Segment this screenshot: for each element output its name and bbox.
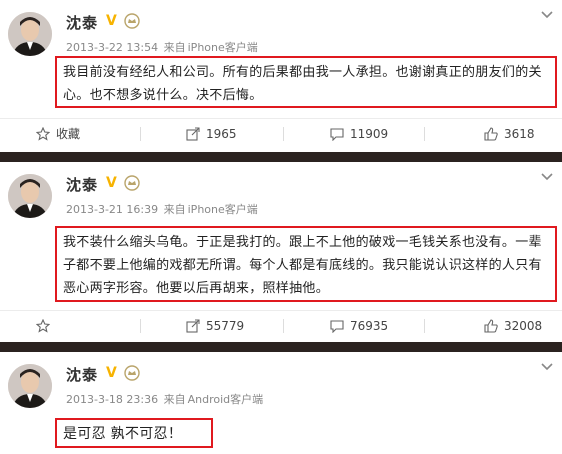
crown-icon bbox=[124, 365, 140, 381]
action-bar: 55779 76935 32008 bbox=[0, 310, 562, 340]
from-label: 来自 bbox=[163, 41, 186, 54]
post-meta: 2013-3-21 16:39 来自 iPhone客户端 bbox=[66, 201, 258, 217]
avatar[interactable] bbox=[8, 174, 52, 218]
like-count: 32008 bbox=[504, 318, 543, 333]
weibo-post-1: 沈泰 V 2013-3-22 13:54 来自 iPhone客户端 我目前没有经纪… bbox=[0, 0, 562, 152]
author-name[interactable]: 沈泰 bbox=[66, 364, 98, 385]
post-time[interactable]: 2013-3-18 23:36 bbox=[66, 393, 158, 406]
comment-button[interactable]: 11909 bbox=[330, 119, 388, 149]
action-bar: 收藏 1965 11909 3618 bbox=[0, 118, 562, 148]
action-divider bbox=[424, 127, 425, 141]
client-name: iPhone客户端 bbox=[187, 203, 258, 216]
comment-count: 11909 bbox=[350, 126, 389, 141]
like-button[interactable]: 3618 bbox=[484, 119, 535, 149]
post-separator bbox=[0, 152, 562, 162]
comment-icon bbox=[330, 319, 344, 333]
author-name[interactable]: 沈泰 bbox=[66, 174, 98, 195]
post-meta: 2013-3-22 13:54 来自 iPhone客户端 bbox=[66, 39, 258, 55]
favorite-button[interactable]: 收藏 bbox=[36, 119, 80, 149]
weibo-post-3: 沈泰 V 2013-3-18 23:36 来自 Android客户端 是可忍 孰不… bbox=[0, 352, 562, 454]
action-divider bbox=[424, 319, 425, 333]
post-time[interactable]: 2013-3-22 13:54 bbox=[66, 41, 158, 54]
client-name: Android客户端 bbox=[187, 393, 264, 406]
like-count: 3618 bbox=[504, 126, 535, 141]
from-label: 来自 bbox=[163, 393, 186, 406]
author-name[interactable]: 沈泰 bbox=[66, 12, 98, 33]
post-separator bbox=[0, 342, 562, 352]
share-button[interactable]: 1965 bbox=[186, 119, 237, 149]
comment-button[interactable]: 76935 bbox=[330, 311, 388, 341]
avatar[interactable] bbox=[8, 12, 52, 56]
favorite-button[interactable] bbox=[36, 311, 50, 341]
post-time[interactable]: 2013-3-21 16:39 bbox=[66, 203, 158, 216]
action-divider bbox=[140, 319, 141, 333]
chevron-down-icon[interactable] bbox=[540, 362, 554, 372]
share-icon bbox=[186, 126, 200, 141]
like-icon bbox=[484, 318, 498, 333]
action-divider bbox=[283, 319, 284, 333]
star-icon bbox=[36, 318, 50, 333]
post-content: 是可忍 孰不可忍！ bbox=[55, 418, 213, 448]
client-name: iPhone客户端 bbox=[187, 41, 258, 54]
chevron-down-icon[interactable] bbox=[540, 172, 554, 182]
action-divider bbox=[283, 127, 284, 141]
verified-v-icon: V bbox=[106, 365, 117, 381]
avatar[interactable] bbox=[8, 364, 52, 408]
share-count: 55779 bbox=[206, 318, 245, 333]
verified-v-icon: V bbox=[106, 175, 117, 191]
crown-icon bbox=[124, 13, 140, 29]
action-divider bbox=[140, 127, 141, 141]
post-content: 我目前没有经纪人和公司。所有的后果都由我一人承担。也谢谢真正的朋友们的关心。也不… bbox=[55, 56, 557, 108]
share-icon bbox=[186, 318, 200, 333]
comment-icon bbox=[330, 127, 344, 141]
comment-count: 76935 bbox=[350, 318, 389, 333]
verified-v-icon: V bbox=[106, 13, 117, 29]
post-content: 我不装什么缩头乌龟。于正是我打的。跟上不上他的破戏一毛钱关系也没有。一辈子都不要… bbox=[55, 226, 557, 302]
crown-icon bbox=[124, 175, 140, 191]
share-count: 1965 bbox=[206, 126, 237, 141]
post-meta: 2013-3-18 23:36 来自 Android客户端 bbox=[66, 391, 263, 407]
star-icon bbox=[36, 126, 50, 141]
from-label: 来自 bbox=[163, 203, 186, 216]
like-button[interactable]: 32008 bbox=[484, 311, 542, 341]
weibo-post-2: 沈泰 V 2013-3-21 16:39 来自 iPhone客户端 我不装什么缩头… bbox=[0, 162, 562, 342]
share-button[interactable]: 55779 bbox=[186, 311, 244, 341]
favorite-label: 收藏 bbox=[56, 127, 81, 141]
chevron-down-icon[interactable] bbox=[540, 10, 554, 20]
like-icon bbox=[484, 126, 498, 141]
